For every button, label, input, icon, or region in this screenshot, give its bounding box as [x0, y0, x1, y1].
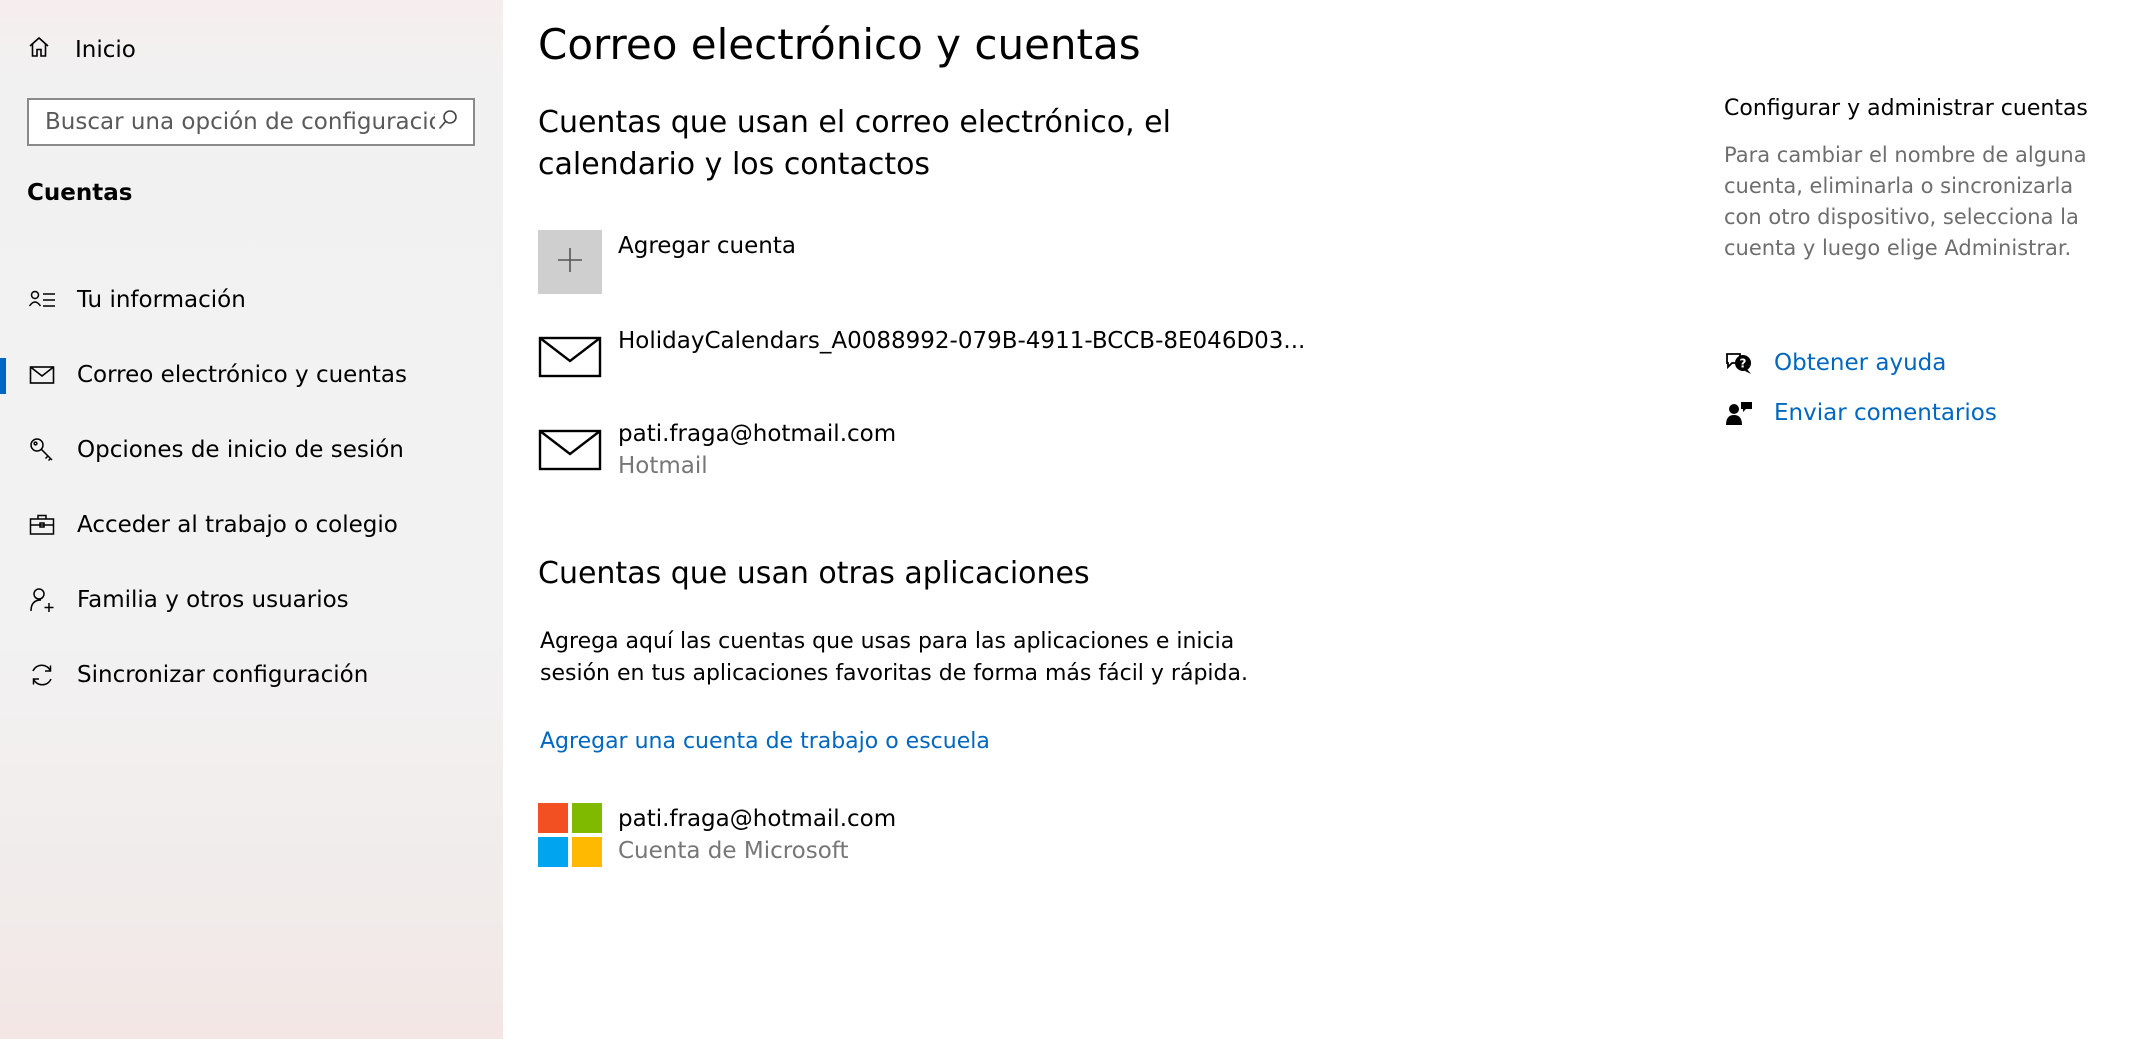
mail-icon — [538, 418, 602, 482]
account-item-holidaycalendars[interactable]: HolidayCalendars_A0088992-079B-4911-BCCB… — [538, 325, 1305, 389]
nav-item-signin-options[interactable]: Opciones de inicio de sesión — [0, 412, 503, 487]
heading-line: calendario y los contactos — [538, 147, 931, 182]
description-line: Agrega aquí las cuentas que usas para la… — [540, 629, 1235, 654]
add-person-icon — [27, 585, 57, 615]
feedback-icon — [1724, 398, 1754, 428]
key-icon — [27, 435, 57, 465]
search-input[interactable] — [45, 109, 435, 135]
account-name: pati.fraga@hotmail.com — [618, 421, 897, 447]
account-item-hotmail[interactable]: pati.fraga@hotmail.com Hotmail — [538, 418, 896, 482]
svg-text:?: ? — [1740, 357, 1747, 371]
nav-item-your-info[interactable]: Tu información — [0, 262, 503, 337]
heading-line: Cuentas que usan el correo electrónico, … — [538, 105, 1171, 140]
add-account-tile[interactable] — [538, 230, 602, 294]
nav-item-label: Familia y otros usuarios — [77, 586, 349, 613]
get-help-link[interactable]: ? Obtener ayuda — [1724, 348, 1946, 378]
settings-search-box[interactable] — [27, 98, 475, 146]
manage-accounts-description: Para cambiar el nombre de alguna cuenta,… — [1724, 143, 2087, 260]
nav-item-label: Opciones de inicio de sesión — [77, 436, 404, 463]
other-apps-heading: Cuentas que usan otras aplicaciones — [538, 556, 1090, 591]
manage-accounts-title: Configurar y administrar cuentas — [1724, 96, 2088, 121]
nav-item-sync[interactable]: Sincronizar configuración — [0, 637, 503, 712]
home-icon — [27, 35, 51, 65]
other-apps-description: Agrega aquí las cuentas que usas para la… — [540, 626, 1248, 690]
search-icon[interactable] — [437, 109, 459, 135]
sync-icon — [27, 660, 57, 690]
add-account-button[interactable]: Agregar cuenta — [538, 230, 796, 294]
account-type: Cuenta de Microsoft — [618, 838, 849, 864]
email-accounts-heading: Cuentas que usan el correo electrónico, … — [538, 102, 1171, 186]
microsoft-logo-icon — [538, 803, 602, 867]
mail-icon — [27, 360, 57, 390]
account-item-microsoft[interactable]: pati.fraga@hotmail.com Cuenta de Microso… — [538, 803, 896, 867]
person-info-icon — [27, 285, 57, 315]
plus-icon — [555, 245, 585, 279]
nav-item-label: Tu información — [77, 286, 246, 313]
nav-item-label: Correo electrónico y cuentas — [77, 361, 408, 388]
mail-icon — [538, 325, 602, 389]
nav-item-work-school[interactable]: Acceder al trabajo o colegio — [0, 487, 503, 562]
account-type: Hotmail — [618, 453, 708, 479]
get-help-label[interactable]: Obtener ayuda — [1774, 350, 1946, 376]
nav-item-label: Acceder al trabajo o colegio — [77, 511, 398, 538]
nav-item-email-accounts[interactable]: Correo electrónico y cuentas — [0, 337, 503, 412]
description-line: sesión en tus aplicaciones favoritas de … — [540, 661, 1248, 686]
help-chat-icon: ? — [1724, 348, 1754, 378]
section-title: Cuentas — [27, 180, 133, 206]
account-name: pati.fraga@hotmail.com — [618, 806, 897, 832]
sidebar: Inicio Cuentas Tu información — [0, 0, 503, 1039]
nav-item-label: Sincronizar configuración — [77, 661, 369, 688]
nav-list: Tu información Correo electrónico y cuen… — [0, 262, 503, 712]
briefcase-icon — [27, 510, 57, 540]
page-title: Correo electrónico y cuentas — [538, 20, 1141, 69]
send-feedback-label[interactable]: Enviar comentarios — [1774, 400, 1997, 426]
send-feedback-link[interactable]: Enviar comentarios — [1724, 398, 1997, 428]
home-label: Inicio — [75, 37, 136, 63]
nav-item-family[interactable]: Familia y otros usuarios — [0, 562, 503, 637]
home-nav-item[interactable]: Inicio — [27, 30, 136, 70]
account-name: HolidayCalendars_A0088992-079B-4911-BCCB… — [618, 328, 1306, 354]
add-account-label: Agregar cuenta — [618, 233, 796, 259]
add-work-school-account-link[interactable]: Agregar una cuenta de trabajo o escuela — [540, 726, 990, 758]
